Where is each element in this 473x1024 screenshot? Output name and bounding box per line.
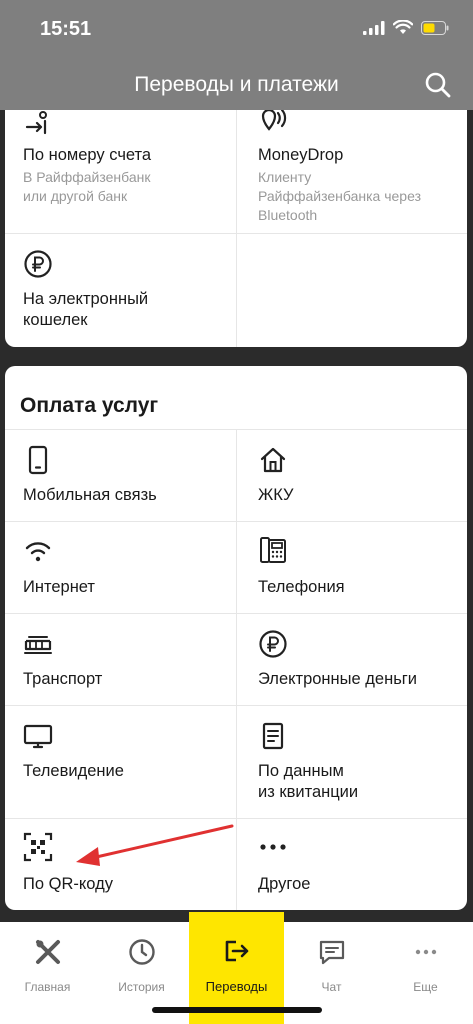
service-transport[interactable]: Транспорт [5, 613, 236, 705]
top-bar: 15:51 Переводы и платежи [0, 0, 473, 110]
service-other-label: Другое [258, 875, 311, 893]
clock-icon [128, 939, 155, 965]
nav-transfers-label: Переводы [205, 979, 268, 994]
nav-home-label: Главная [24, 980, 71, 994]
desk-phone-icon [260, 537, 286, 563]
service-other[interactable]: Другое [236, 818, 467, 910]
service-e-money-label: Электронные деньги [258, 670, 418, 688]
nav-home[interactable]: Главная [0, 922, 95, 1024]
transfer-moneydrop[interactable]: MoneyDrop Клиенту Райффайзенбанка через … [236, 95, 467, 233]
nav-chat-label: Чат [321, 980, 342, 994]
service-qr-label: По QR-коду [23, 875, 113, 893]
transfer-by-account-sub: В Райффайзенбанк или другой банк [23, 169, 151, 204]
transfer-e-wallet[interactable]: На электронный кошелек [5, 233, 236, 347]
chat-icon [319, 940, 344, 965]
qr-code-icon [23, 832, 53, 862]
service-telephony[interactable]: Телефония [236, 521, 467, 613]
more-dots-icon [415, 949, 436, 955]
house-icon [260, 447, 286, 473]
transfer-arrow-icon [225, 940, 248, 962]
service-e-money[interactable]: Электронные деньги [236, 613, 467, 705]
tv-icon [23, 724, 53, 749]
transfer-e-wallet-label: На электронный кошелек [23, 290, 149, 329]
transfer-by-account-label: По номеру счета [23, 146, 152, 164]
service-qr[interactable]: По QR-коду [5, 818, 236, 910]
battery-icon [421, 20, 449, 35]
service-tv[interactable]: Телевидение [5, 705, 236, 818]
transfers-card: По номеру счета В Райффайзенбанк или дру… [5, 95, 467, 347]
signal-icon [363, 20, 385, 35]
service-internet[interactable]: Интернет [5, 521, 236, 613]
more-dots-icon [260, 844, 286, 850]
account-transfer-icon [25, 111, 47, 135]
service-mobile[interactable]: Мобильная связь [5, 429, 236, 521]
service-receipt[interactable]: По данным из квитанции [236, 705, 467, 818]
document-icon [262, 722, 284, 750]
home-cross-icon [35, 940, 60, 964]
transfer-moneydrop-sub: Клиенту Райффайзенбанка через Bluetooth [258, 169, 421, 223]
services-card: Оплата услуг Мобильная связь ЖКУ Интерне… [5, 366, 467, 910]
nav-more-label: Еще [413, 980, 438, 994]
service-utilities-label: ЖКУ [258, 486, 294, 504]
service-receipt-label: По данным из квитанции [258, 762, 359, 801]
services-title: Оплата услуг [20, 394, 159, 417]
ruble-icon [259, 630, 287, 658]
page-title: Переводы и платежи [134, 73, 339, 96]
service-tv-label: Телевидение [23, 762, 124, 780]
status-icons [363, 20, 449, 35]
ruble-icon [24, 250, 52, 278]
tram-icon [24, 636, 52, 654]
transfer-by-account[interactable]: По номеру счета В Райффайзенбанк или дру… [5, 95, 236, 233]
search-button[interactable] [423, 70, 453, 100]
wifi-icon [393, 20, 413, 34]
nav-more[interactable]: Еще [378, 922, 473, 1024]
service-transport-label: Транспорт [23, 670, 103, 688]
search-icon [425, 72, 451, 98]
service-mobile-label: Мобильная связь [23, 486, 157, 504]
wifi-icon [25, 542, 51, 562]
mobile-phone-icon [28, 445, 48, 475]
nav-history-label: История [118, 980, 165, 994]
status-time: 15:51 [40, 18, 92, 40]
service-internet-label: Интернет [23, 578, 95, 596]
service-utilities[interactable]: ЖКУ [236, 429, 467, 521]
home-indicator [152, 1007, 322, 1013]
transfer-moneydrop-label: MoneyDrop [258, 146, 344, 164]
service-telephony-label: Телефония [258, 578, 345, 596]
